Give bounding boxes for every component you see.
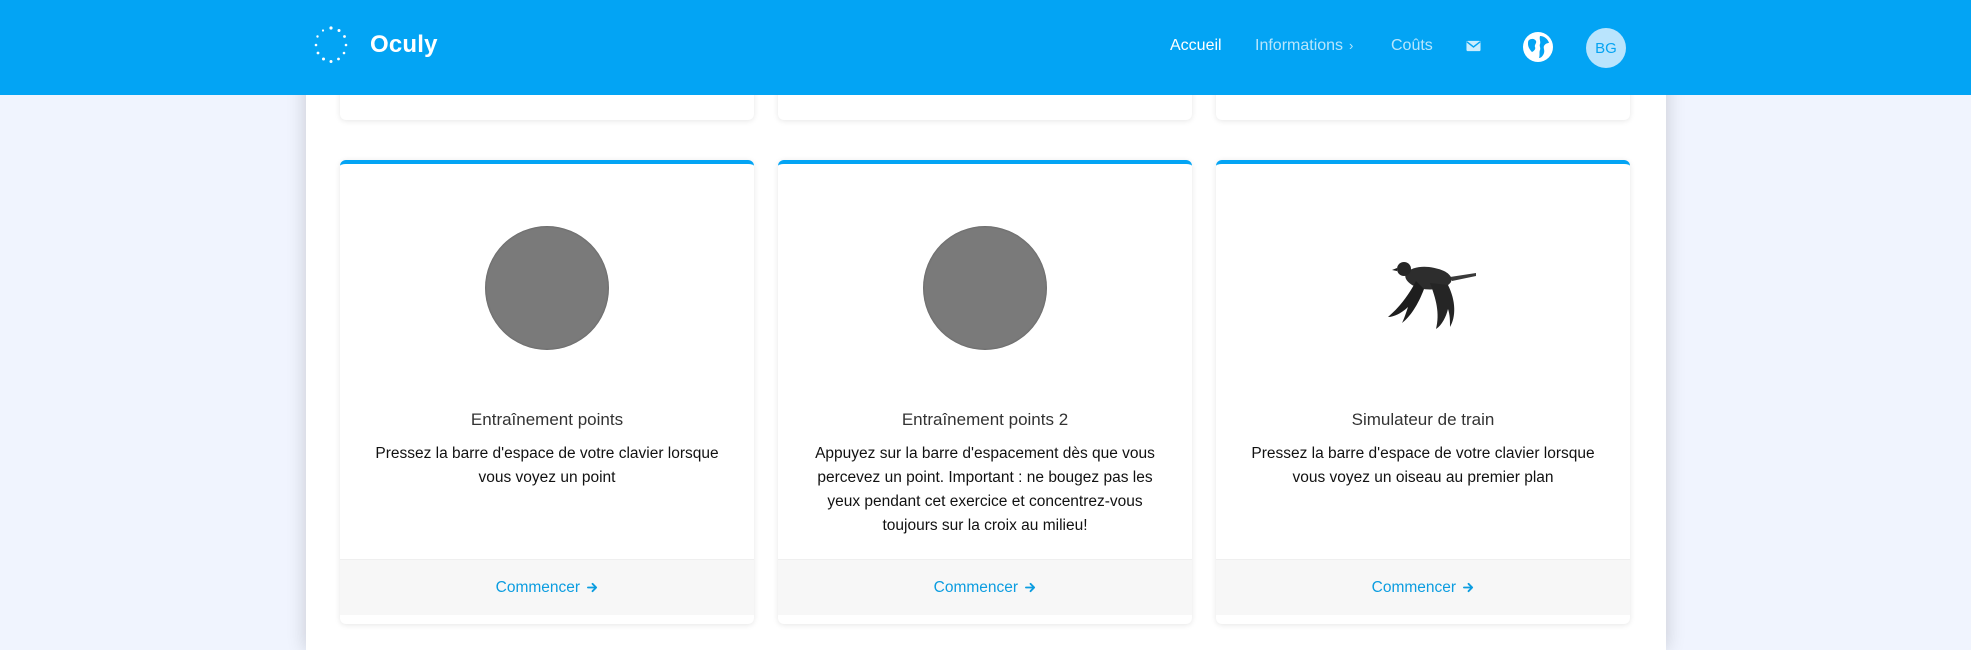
exercise-card-train-simulator: Simulateur de train Pressez la barre d'e… [1216, 160, 1630, 624]
envelope-icon[interactable] [1466, 40, 1481, 52]
gray-circle-stimulus [485, 226, 609, 350]
card-figure [778, 224, 1192, 352]
exercise-card-dots: Entraînement points Pressez la barre d'e… [340, 160, 754, 624]
top-navbar: Oculy Accueil Informations › Coûts BG [0, 0, 1971, 95]
card-figure [340, 224, 754, 352]
card-footer: Commencer [1216, 559, 1630, 615]
arrow-right-icon [1025, 582, 1036, 592]
start-button[interactable]: Commencer [934, 579, 1037, 597]
card-description: Pressez la barre d'espace de votre clavi… [1251, 445, 1595, 486]
nav-item-informations[interactable]: Informations › [1255, 37, 1353, 55]
card-title: Simulateur de train [1351, 410, 1495, 429]
bird-image [1388, 262, 1476, 329]
card-title: Entraînement points [470, 410, 624, 429]
arrow-right-icon [1463, 582, 1474, 592]
exercise-card-dots-2: Entraînement points 2 Appuyez sur la bar… [778, 160, 1192, 624]
card-description: Appuyez sur la barre d'espacement dès qu… [815, 445, 1155, 534]
start-button-label: Commencer [1371, 578, 1457, 596]
nav-item-costs[interactable]: Coûts [1391, 37, 1433, 55]
start-button[interactable]: Commencer [496, 579, 599, 597]
user-avatar[interactable]: BG [1586, 28, 1626, 68]
gray-circle-stimulus [923, 226, 1047, 350]
card-footer: Commencer [778, 559, 1192, 615]
globe-icon[interactable] [1522, 31, 1554, 63]
chevron-right-icon: › [1349, 38, 1354, 53]
arrow-right-icon [587, 582, 598, 592]
start-button-label: Commencer [495, 578, 581, 596]
card-description: Pressez la barre d'espace de votre clavi… [375, 445, 719, 486]
start-button[interactable]: Commencer [1372, 579, 1475, 597]
card-footer: Commencer [340, 559, 754, 615]
card-title: Entraînement points 2 [901, 410, 1069, 429]
content-panel: Entraînement points Pressez la barre d'e… [306, 0, 1666, 650]
nav-item-home[interactable]: Accueil [1170, 37, 1222, 55]
nav-item-informations-label: Informations [1255, 37, 1344, 54]
main-nav: Accueil Informations › Coûts BG [0, 0, 1971, 95]
card-figure [1216, 224, 1630, 352]
start-button-label: Commencer [933, 578, 1019, 596]
